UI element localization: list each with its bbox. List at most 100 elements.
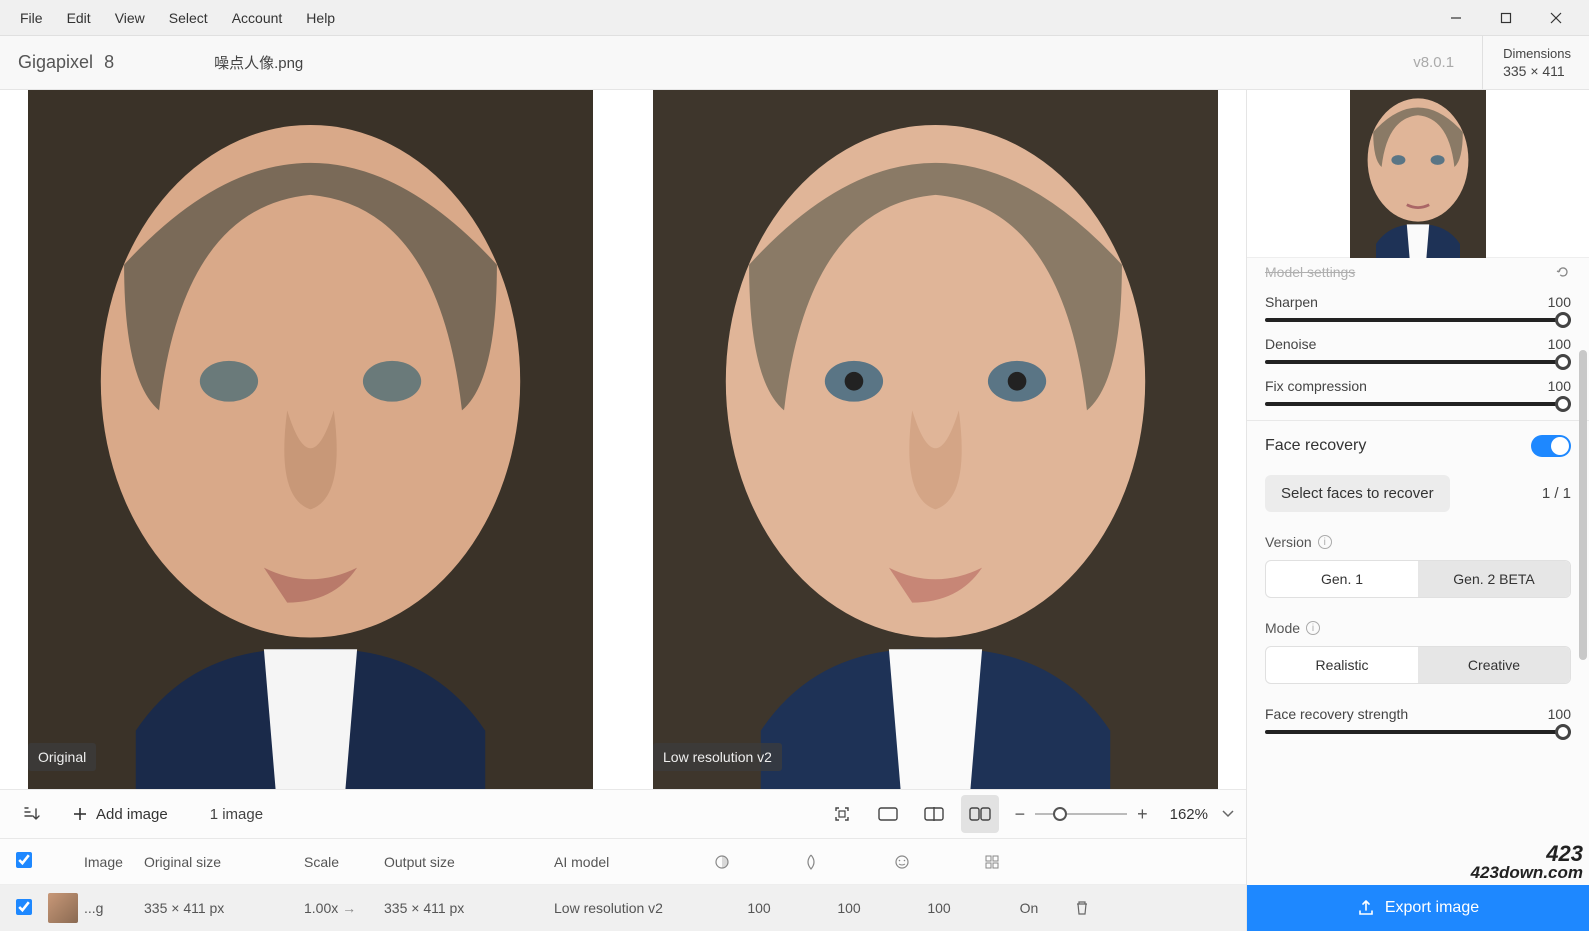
menu-account[interactable]: Account: [220, 4, 295, 32]
face-icon: [894, 854, 984, 870]
sharpen-icon: [714, 854, 804, 870]
top-bar: Gigapixel 8 噪点人像.png v8.0.1 Dimensions 3…: [0, 36, 1589, 90]
row-face: 100: [894, 900, 984, 916]
fix-compression-slider[interactable]: Fix compression 100: [1265, 378, 1571, 406]
row-thumbnail: [48, 893, 78, 923]
version-segmented: Gen. 1 Gen. 2 BETA: [1265, 560, 1571, 598]
viewer-toolbar: Add image 1 image − + 162%: [0, 789, 1246, 839]
app-version-short: 8: [104, 52, 114, 72]
strength-label: Face recovery strength: [1265, 706, 1408, 722]
face-recovery-toggle[interactable]: [1531, 435, 1571, 457]
image-count: 1 image: [210, 806, 263, 823]
zoom-thumb[interactable]: [1053, 807, 1067, 821]
delete-button[interactable]: [1074, 900, 1124, 916]
row-fix: On: [984, 900, 1074, 916]
viewer: Original Low resolution v2: [0, 90, 1246, 931]
row-output-size: 335 × 411 px: [384, 900, 554, 916]
image-compare[interactable]: Original Low resolution v2: [0, 90, 1246, 789]
strength-value: 100: [1548, 706, 1571, 722]
info-icon[interactable]: i: [1306, 621, 1320, 635]
info-icon[interactable]: i: [1318, 535, 1332, 549]
menu-bar: File Edit View Select Account Help: [0, 0, 1589, 36]
table-header: Image Original size Scale Output size AI…: [0, 839, 1246, 885]
add-image-button[interactable]: Add image: [58, 795, 182, 833]
row-original-size: 335 × 411 px: [144, 900, 304, 916]
col-image: Image: [84, 854, 144, 870]
fix-icon: [984, 854, 1074, 870]
original-image: [28, 90, 593, 789]
window-controls: [1431, 0, 1581, 36]
face-count: 1 / 1: [1542, 485, 1571, 502]
face-recovery-section: Face recovery Select faces to recover 1 …: [1247, 420, 1589, 748]
chevron-down-icon[interactable]: [1222, 810, 1234, 818]
split-view-icon[interactable]: [915, 795, 953, 833]
zoom-minus-icon[interactable]: −: [1015, 804, 1026, 825]
side-by-side-icon[interactable]: [961, 795, 999, 833]
add-image-label: Add image: [96, 806, 168, 823]
creative-button[interactable]: Creative: [1418, 647, 1570, 683]
app-version: v8.0.1: [1413, 54, 1454, 71]
reset-icon[interactable]: [1555, 264, 1571, 280]
fix-compression-value: 100: [1548, 378, 1571, 394]
filename: 噪点人像.png: [214, 52, 303, 73]
window-minimize-button[interactable]: [1431, 0, 1481, 36]
scrollbar[interactable]: [1579, 350, 1589, 910]
preview-thumbnail[interactable]: [1247, 90, 1589, 258]
row-ai-model: Low resolution v2: [554, 900, 714, 916]
export-button[interactable]: Export image: [1247, 885, 1589, 931]
zoom-slider[interactable]: − +: [1015, 804, 1148, 825]
sharpen-value: 100: [1548, 294, 1571, 310]
gen2-button[interactable]: Gen. 2 BETA: [1418, 561, 1570, 597]
menu-view[interactable]: View: [103, 4, 157, 32]
realistic-button[interactable]: Realistic: [1266, 647, 1418, 683]
fix-compression-label: Fix compression: [1265, 378, 1367, 394]
menu-help[interactable]: Help: [294, 4, 347, 32]
row-scale: 1.00x →: [304, 900, 384, 916]
app-name: Gigapixel: [18, 52, 93, 72]
label-original: Original: [28, 743, 96, 771]
zoom-value[interactable]: 162%: [1170, 806, 1208, 823]
denoise-slider[interactable]: Denoise 100: [1265, 336, 1571, 364]
denoise-label: Denoise: [1265, 336, 1316, 352]
main: Original Low resolution v2: [0, 90, 1589, 931]
dimensions-box: Dimensions 335 × 411: [1482, 36, 1571, 89]
single-view-icon[interactable]: [869, 795, 907, 833]
select-all-checkbox[interactable]: [16, 852, 32, 868]
export-icon: [1357, 899, 1375, 917]
row-checkbox[interactable]: [16, 899, 32, 915]
select-faces-button[interactable]: Select faces to recover: [1265, 475, 1450, 512]
fullscreen-icon[interactable]: [823, 795, 861, 833]
menu-file[interactable]: File: [8, 4, 55, 32]
sort-icon[interactable]: [12, 795, 50, 833]
window-maximize-button[interactable]: [1481, 0, 1531, 36]
processed-image: [653, 90, 1218, 789]
row-denoise: 100: [804, 900, 894, 916]
table-row[interactable]: ...g 335 × 411 px 1.00x → 335 × 411 px L…: [0, 885, 1246, 931]
plus-icon: [72, 806, 88, 822]
image-pane-processed: Low resolution v2: [653, 90, 1218, 789]
menu-edit[interactable]: Edit: [55, 4, 103, 32]
menu-select[interactable]: Select: [157, 4, 220, 32]
col-original-size: Original size: [144, 854, 304, 870]
model-settings-section: Model settings Sharpen100 Denoise100 Fix…: [1247, 258, 1589, 420]
face-recovery-label: Face recovery: [1265, 437, 1366, 455]
col-ai-model: AI model: [554, 854, 714, 870]
denoise-value: 100: [1548, 336, 1571, 352]
app-title: Gigapixel 8: [18, 52, 114, 73]
col-scale: Scale: [304, 854, 384, 870]
image-pane-original: Original: [28, 90, 593, 789]
mode-label: Mode: [1265, 620, 1300, 636]
sharpen-slider[interactable]: Sharpen 100: [1265, 294, 1571, 322]
export-label: Export image: [1385, 899, 1479, 917]
strength-slider[interactable]: Face recovery strength 100: [1265, 706, 1571, 734]
zoom-track[interactable]: [1035, 813, 1127, 815]
sharpen-label: Sharpen: [1265, 294, 1318, 310]
row-sharpen: 100: [714, 900, 804, 916]
zoom-plus-icon[interactable]: +: [1137, 804, 1148, 825]
gen1-button[interactable]: Gen. 1: [1266, 561, 1418, 597]
denoise-icon: [804, 854, 894, 870]
window-close-button[interactable]: [1531, 0, 1581, 36]
col-output-size: Output size: [384, 854, 554, 870]
dimensions-value: 335 × 411: [1503, 63, 1571, 79]
row-name: ...g: [84, 900, 144, 916]
